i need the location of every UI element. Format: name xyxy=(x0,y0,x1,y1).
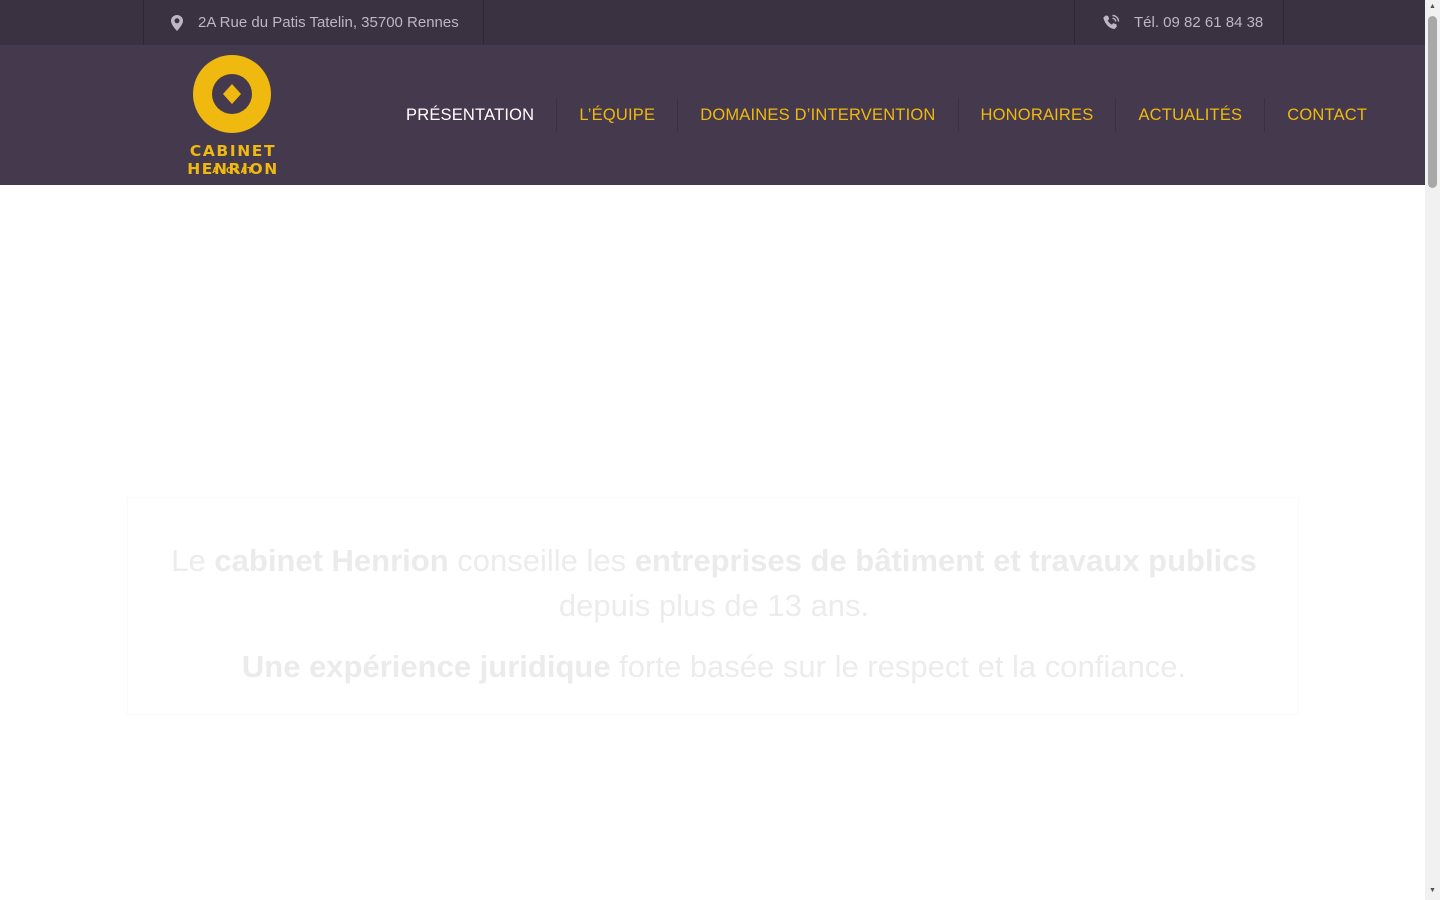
main-nav: PRÉSENTATION L’ÉQUIPE DOMAINES D’INTERVE… xyxy=(384,45,1389,185)
logo-subtitle: AVOCAT xyxy=(212,166,254,175)
logo-mark-icon xyxy=(193,55,271,133)
map-pin-icon xyxy=(170,14,184,31)
address-info: 2A Rue du Patis Tatelin, 35700 Rennes xyxy=(143,0,484,45)
intro-highlight-experience: Une expérience juridique xyxy=(241,649,611,684)
nav-item-actualites[interactable]: ACTUALITÉS xyxy=(1115,98,1264,132)
nav-item-honoraires[interactable]: HONORAIRES xyxy=(957,98,1116,132)
intro-paragraph-1: Le cabinet Henrion conseille les entrepr… xyxy=(171,543,1257,623)
intro-highlight-cabinet: cabinet Henrion xyxy=(214,543,449,578)
nav-item-equipe[interactable]: L’ÉQUIPE xyxy=(556,98,677,132)
logo[interactable]: CABINET HENRION AVOCAT xyxy=(143,53,323,179)
intro-highlight-entreprises: entreprises de bâtiment et travaux publi… xyxy=(634,543,1257,578)
main-header: CABINET HENRION AVOCAT PRÉSENTATION L’ÉQ… xyxy=(0,45,1425,185)
scrollbar-thumb[interactable] xyxy=(1428,16,1437,188)
nav-item-contact[interactable]: CONTACT xyxy=(1264,98,1389,132)
phone-text[interactable]: Tél. 09 82 61 84 38 xyxy=(1134,14,1263,31)
page-scrollbar[interactable]: ▲ ▼ xyxy=(1425,0,1440,900)
nav-item-presentation[interactable]: PRÉSENTATION xyxy=(384,98,556,132)
scroll-up-arrow-icon[interactable]: ▲ xyxy=(1428,3,1437,11)
intro-text-box: Le cabinet Henrion conseille les entrepr… xyxy=(127,497,1299,715)
nav-item-domaines[interactable]: DOMAINES D’INTERVENTION xyxy=(677,98,957,132)
phone-info[interactable]: Tél. 09 82 61 84 38 xyxy=(1074,0,1284,45)
phone-icon xyxy=(1102,14,1120,32)
intro-paragraph-2: Une expérience juridique forte basée sur… xyxy=(241,649,1187,684)
scroll-down-arrow-icon[interactable]: ▼ xyxy=(1428,887,1437,895)
top-info-bar: 2A Rue du Patis Tatelin, 35700 Rennes Té… xyxy=(0,0,1425,45)
address-text: 2A Rue du Patis Tatelin, 35700 Rennes xyxy=(198,14,459,31)
